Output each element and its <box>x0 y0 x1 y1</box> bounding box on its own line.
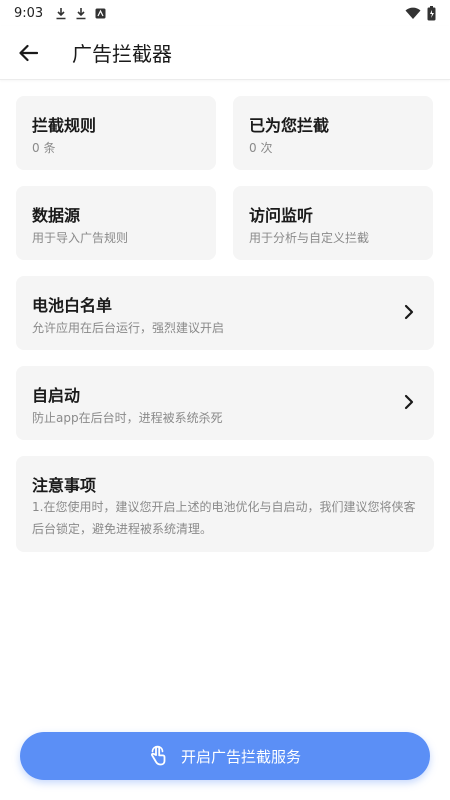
start-adblock-service-button[interactable]: 开启广告拦截服务 <box>20 732 430 780</box>
data-source-title: 数据源 <box>32 206 81 225</box>
notice-body: 1.在您使用时，建议您开启上述的电池优化与自启动，我们建议您将侠客后台锁定，避免… <box>32 500 416 536</box>
monitor-subtitle: 用于分析与自定义拦截 <box>249 231 370 245</box>
battery-whitelist-card[interactable]: 电池白名单 允许应用在后台运行，强烈建议开启 <box>16 276 434 350</box>
autostart-subtitle: 防止app在后台时，进程被系统杀死 <box>32 411 223 425</box>
wifi-icon <box>405 7 421 19</box>
rules-card[interactable]: 拦截规则 0 条 <box>16 96 216 170</box>
download-icon <box>76 7 86 19</box>
data-source-subtitle: 用于导入广告规则 <box>32 231 129 245</box>
monitor-title: 访问监听 <box>249 206 314 225</box>
chevron-right-icon <box>404 394 414 410</box>
battery-icon <box>427 5 436 20</box>
data-source-card[interactable]: 数据源 用于导入广告规则 <box>16 186 216 260</box>
app-notification-icon <box>95 8 106 18</box>
autostart-title: 自启动 <box>32 386 81 405</box>
rules-title: 拦截规则 <box>32 116 97 135</box>
page-title: 广告拦截器 <box>72 42 172 66</box>
app-bar: 广告拦截器 <box>0 26 450 80</box>
notification-icons <box>55 7 106 20</box>
blocked-card[interactable]: 已为您拦截 0 次 <box>233 96 433 170</box>
blocked-title: 已为您拦截 <box>249 116 330 135</box>
start-adblock-service-label: 开启广告拦截服务 <box>180 747 301 766</box>
notice-card: 注意事项 1.在您使用时，建议您开启上述的电池优化与自启动，我们建议您将侠客后台… <box>16 456 434 552</box>
chevron-right-icon <box>404 304 414 320</box>
notice-title: 注意事项 <box>32 476 97 495</box>
battery-whitelist-subtitle: 允许应用在后台运行，强烈建议开启 <box>32 321 225 335</box>
system-icons <box>405 5 436 21</box>
download-icon <box>56 7 66 19</box>
autostart-card[interactable]: 自启动 防止app在后台时，进程被系统杀死 <box>16 366 434 440</box>
back-button[interactable] <box>0 26 56 80</box>
status-time: 9:03 <box>14 5 44 21</box>
rules-count: 0 条 <box>32 141 56 155</box>
battery-whitelist-title: 电池白名单 <box>32 296 113 315</box>
blocked-count: 0 次 <box>249 141 273 155</box>
status-bar: 9:03 <box>0 0 450 26</box>
touch-icon <box>149 745 167 767</box>
arrow-back-icon <box>19 44 38 61</box>
monitor-card[interactable]: 访问监听 用于分析与自定义拦截 <box>233 186 433 260</box>
